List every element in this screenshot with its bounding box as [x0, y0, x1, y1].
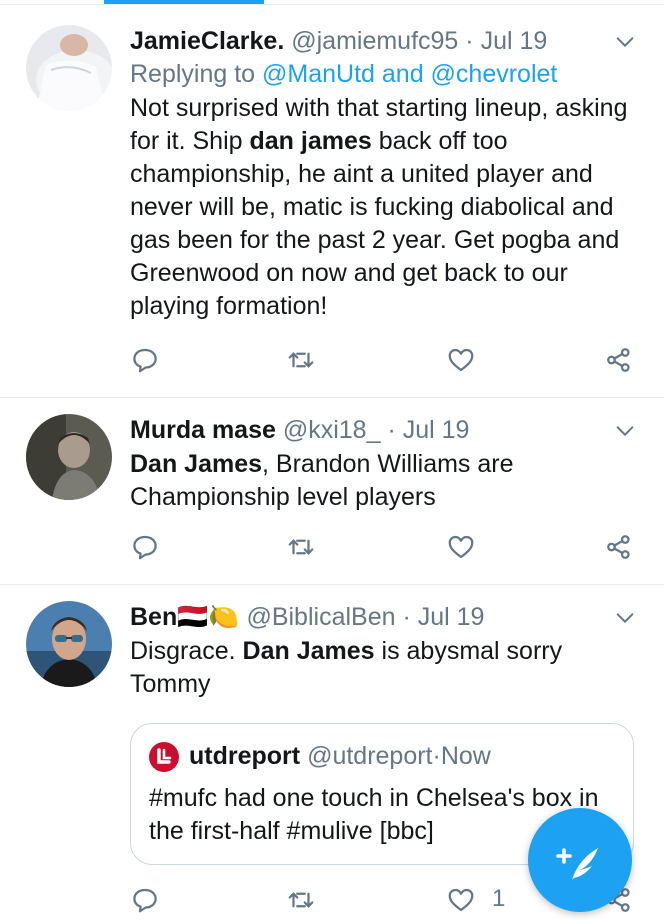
chevron-down-icon[interactable]: [614, 420, 636, 442]
tweet-text-part: Disgrace.: [130, 637, 243, 665]
tweet-text: Disgrace. Dan James is abysmal sorry Tom…: [130, 635, 634, 701]
like-icon[interactable]: [446, 532, 480, 566]
tweet-text-part: back off too championship, he aint a uni…: [130, 127, 620, 320]
reply-icon[interactable]: [130, 532, 164, 566]
name-emoji: 🇾🇪🍋: [177, 603, 240, 631]
author-handle[interactable]: @jamiemufc95: [291, 27, 458, 55]
reply-icon[interactable]: [130, 345, 164, 379]
separator-dot: ·: [387, 416, 396, 444]
like-count: 1: [492, 885, 506, 912]
author-name[interactable]: Ben: [130, 603, 177, 631]
separator-dot: ·: [402, 603, 411, 631]
compose-tweet-button[interactable]: [528, 808, 632, 912]
tweet-text: Dan James, Brandon Williams are Champion…: [130, 448, 634, 514]
retweet-icon[interactable]: [286, 885, 320, 919]
avatar[interactable]: [26, 414, 112, 500]
tweet-date[interactable]: Jul 19: [403, 416, 470, 444]
tweet-actions: [130, 532, 636, 566]
retweet-icon[interactable]: [286, 532, 320, 566]
tweet-text-bold: dan james: [249, 127, 372, 155]
compose-tweet-icon: [556, 848, 598, 880]
replying-to-label: Replying to: [130, 60, 256, 88]
author-handle[interactable]: @kxi18_: [283, 416, 381, 444]
author-handle[interactable]: @BiblicalBen: [246, 603, 395, 631]
tweet-text: Not surprised with that starting lineup,…: [130, 92, 634, 323]
reply-icon[interactable]: [130, 885, 164, 919]
like-icon[interactable]: [446, 885, 480, 919]
retweet-icon[interactable]: [286, 345, 320, 379]
tweet-murdamase[interactable]: Murda mase @kxi18_ · Jul 19 Dan James, B…: [0, 398, 664, 585]
separator-dot: ·: [432, 742, 441, 770]
utdreport-logo: [149, 742, 179, 772]
tweet-jamieclarke[interactable]: JamieClarke. @jamiemufc95 · Jul 19 Reply…: [0, 5, 664, 398]
author-name[interactable]: JamieClarke.: [130, 27, 284, 55]
share-icon[interactable]: [604, 345, 638, 379]
author-name[interactable]: Murda mase: [130, 416, 276, 444]
tweet-date[interactable]: Jul 19: [418, 603, 485, 631]
chevron-down-icon[interactable]: [614, 607, 636, 629]
like-icon[interactable]: [446, 345, 480, 379]
share-icon[interactable]: [604, 532, 638, 566]
quoted-tweet-date: Now: [440, 742, 491, 770]
separator-dot: ·: [465, 27, 474, 55]
tweet-text-bold: Dan James: [242, 637, 375, 665]
quoted-author-name: utdreport: [189, 742, 301, 770]
replying-to-targets[interactable]: @ManUtd and @chevrolet: [262, 60, 557, 88]
chevron-down-icon[interactable]: [614, 31, 636, 53]
tweet-text-bold: Dan James: [130, 450, 263, 478]
avatar[interactable]: [26, 601, 112, 687]
tweet-date[interactable]: Jul 19: [481, 27, 548, 55]
tweet-actions: [130, 345, 636, 379]
avatar[interactable]: [26, 25, 112, 111]
replying-to: Replying to @ManUtd and @chevrolet: [130, 57, 634, 91]
quoted-author-handle: @utdreport: [307, 742, 433, 770]
